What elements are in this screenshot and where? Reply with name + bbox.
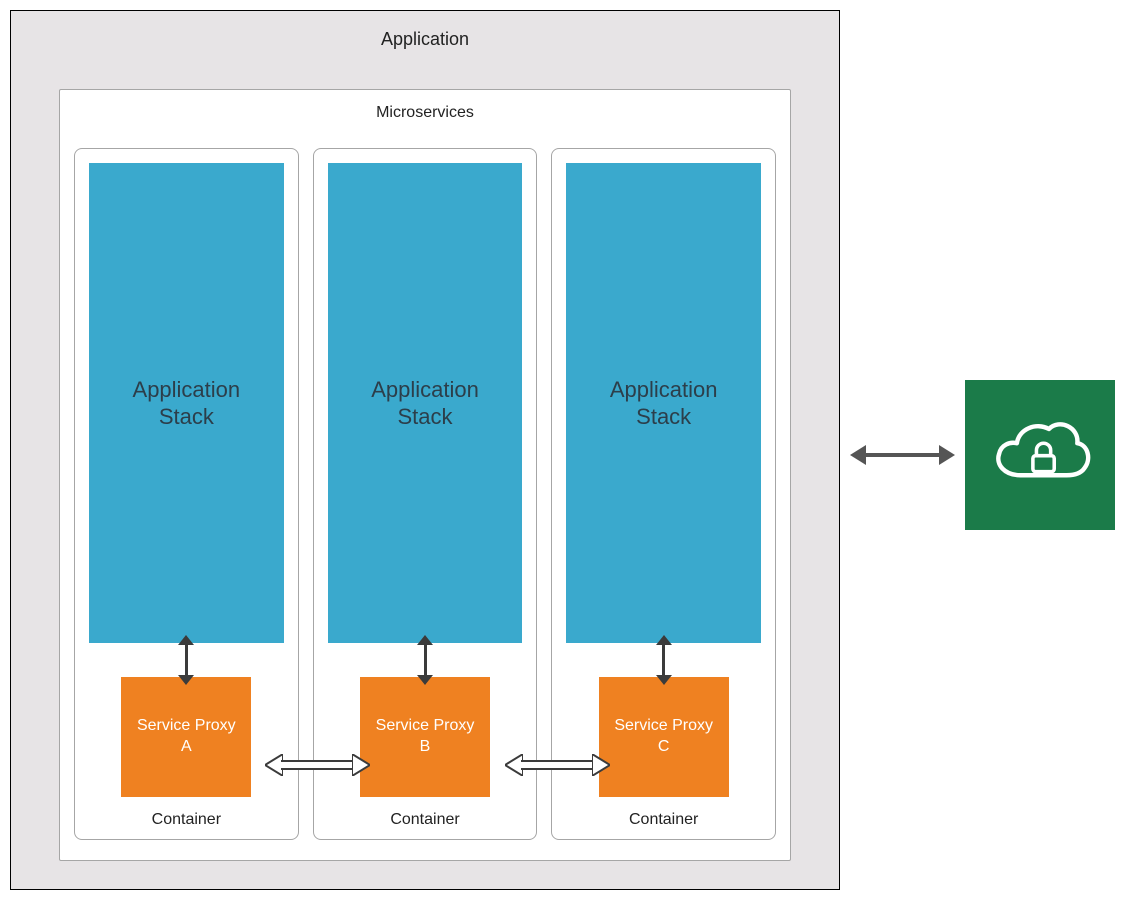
application-stack-label: Application Stack (610, 376, 718, 431)
container-c: Application Stack Service Proxy C Contai… (551, 148, 776, 840)
application-stack-b: Application Stack (328, 163, 523, 643)
microservices-frame: Microservices Application Stack Service … (59, 89, 791, 861)
service-proxy-c: Service Proxy C (599, 677, 729, 797)
microservices-title: Microservices (60, 90, 790, 132)
application-frame: Application Microservices Application St… (10, 10, 840, 890)
service-proxy-label: Service Proxy A (137, 716, 236, 758)
application-title: Application (11, 11, 839, 64)
connector-stack-to-proxy-b (424, 643, 427, 677)
container-label-a: Container (152, 811, 221, 829)
application-stack-label: Application Stack (133, 376, 241, 431)
service-proxy-b: Service Proxy B (360, 677, 490, 797)
connector-proxy-a-to-b (265, 755, 370, 777)
container-label-c: Container (629, 811, 698, 829)
container-a: Application Stack Service Proxy A Contai… (74, 148, 299, 840)
connector-stack-to-proxy-c (662, 643, 665, 677)
connector-proxy-b-to-c (505, 755, 610, 777)
service-proxy-a: Service Proxy A (121, 677, 251, 797)
cloud-service (965, 380, 1115, 530)
connector-app-to-cloud (850, 443, 955, 467)
container-b: Application Stack Service Proxy B Contai… (313, 148, 538, 840)
service-proxy-label: Service Proxy B (376, 716, 475, 758)
application-stack-label: Application Stack (371, 376, 479, 431)
connector-stack-to-proxy-a (185, 643, 188, 677)
containers-row: Application Stack Service Proxy A Contai… (74, 148, 776, 840)
service-proxy-label: Service Proxy C (614, 716, 713, 758)
cloud-lock-icon (985, 413, 1095, 498)
container-label-b: Container (390, 811, 459, 829)
application-stack-c: Application Stack (566, 163, 761, 643)
application-stack-a: Application Stack (89, 163, 284, 643)
